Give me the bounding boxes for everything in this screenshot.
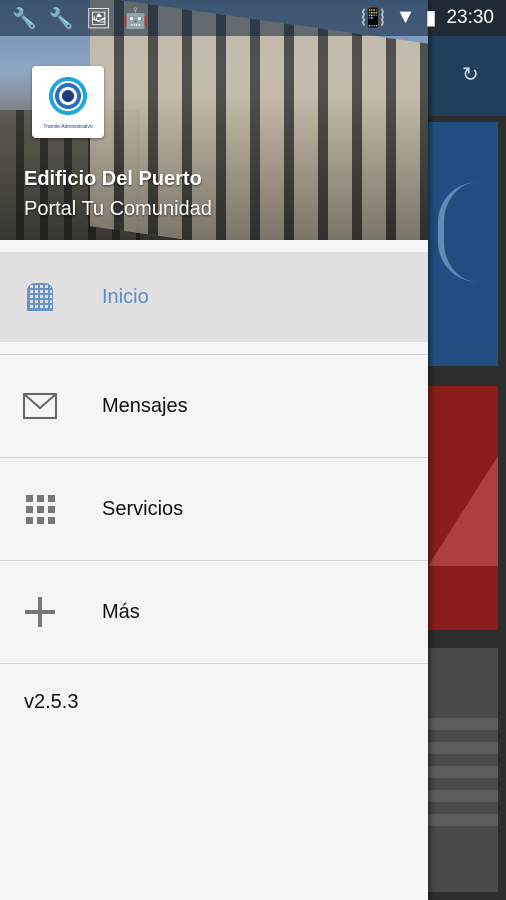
plus-icon	[22, 594, 58, 630]
status-time: 23:30	[446, 6, 494, 28]
status-bar: 🔧 🔧 🖼 🤖 📳 ▼ ▮ 23:30	[0, 0, 506, 36]
refresh-icon[interactable]: ↻	[462, 62, 479, 87]
logo-mark-icon	[46, 74, 90, 118]
menu-item-label: Mensajes	[102, 394, 188, 417]
grid-icon	[22, 491, 58, 527]
wrench-icon: 🔧	[12, 8, 37, 30]
menu-item-label: Más	[102, 600, 140, 623]
wifi-icon: ▼	[395, 6, 416, 28]
building-icon	[22, 279, 58, 315]
menu-item-label: Servicios	[102, 497, 184, 520]
community-logo: Tramite Administrativo	[32, 66, 104, 138]
menu-item-servicios[interactable]: Servicios	[0, 458, 428, 561]
menu-item-label: Inicio	[102, 285, 149, 308]
menu-item-mensajes[interactable]: Mensajes	[0, 355, 428, 458]
app-version: v2.5.3	[24, 691, 79, 713]
navigation-drawer: Tramite Administrativo Edificio Del Puer…	[0, 0, 428, 900]
divider	[0, 342, 428, 355]
menu-item-mas[interactable]: Más	[0, 561, 428, 664]
background-tile-3[interactable]	[428, 648, 498, 892]
background-tile-2[interactable]	[428, 386, 498, 630]
portal-subtitle: Portal Tu Comunidad	[24, 198, 212, 220]
building-name: Edificio Del Puerto	[24, 168, 202, 190]
android-icon: 🤖	[123, 8, 149, 30]
logo-caption: Tramite Administrativo	[43, 124, 93, 130]
vibrate-icon: 📳	[360, 7, 386, 29]
drawer-header: Tramite Administrativo Edificio Del Puer…	[0, 0, 428, 240]
envelope-icon	[22, 388, 58, 424]
wrench-icon: 🔧	[48, 8, 74, 30]
menu-item-inicio[interactable]: Inicio	[0, 252, 428, 342]
drawer-menu: Inicio Mensajes Servicios Más	[0, 240, 428, 664]
image-icon: 🖼	[85, 8, 112, 30]
background-tile-1[interactable]	[428, 122, 498, 366]
battery-icon: ▮	[425, 7, 437, 29]
